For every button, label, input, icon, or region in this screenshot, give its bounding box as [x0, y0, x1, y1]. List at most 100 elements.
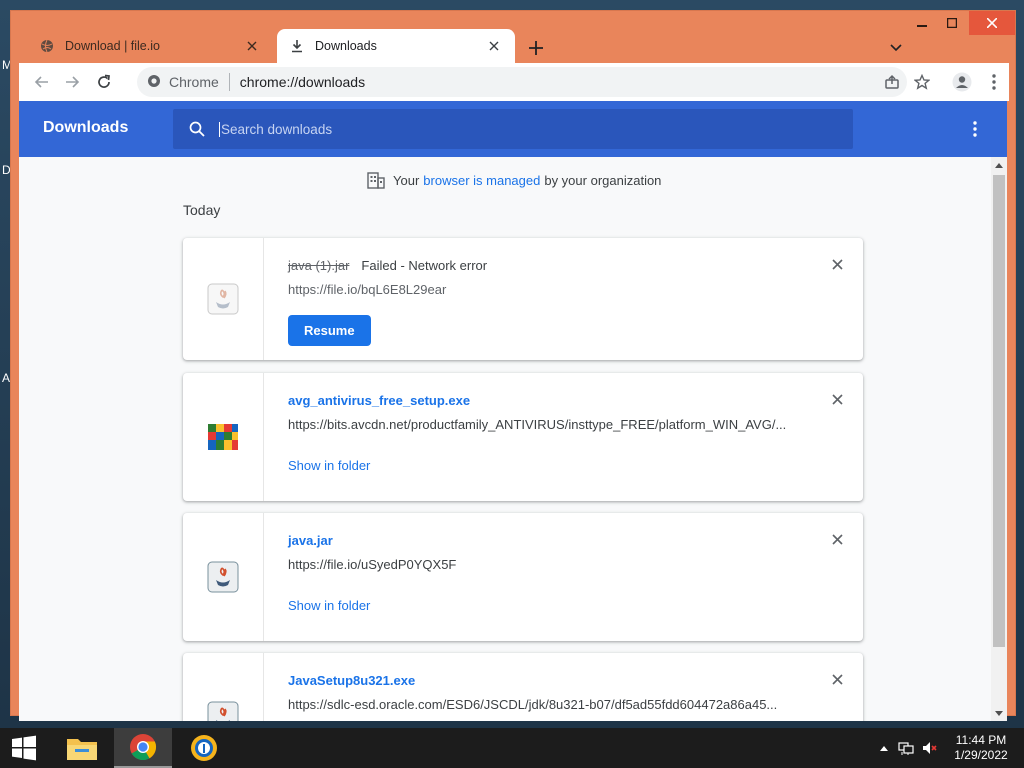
taskbar-app[interactable] [178, 728, 230, 768]
file-icon-cell [183, 653, 264, 721]
java-file-icon [207, 283, 239, 315]
remove-item-button[interactable] [829, 256, 845, 272]
scroll-thumb[interactable] [993, 175, 1005, 647]
chevron-down-icon [995, 710, 1003, 716]
download-item: avg_antivirus_free_setup.exe https://bit… [183, 373, 863, 501]
network-icon[interactable] [898, 740, 914, 756]
new-tab-button[interactable] [523, 35, 549, 61]
download-icon [289, 38, 305, 54]
back-button[interactable] [29, 69, 55, 95]
omnibox-url: chrome://downloads [239, 74, 366, 90]
avatar-icon [952, 72, 972, 92]
download-item: java (1).jar Failed - Network error http… [183, 238, 863, 360]
file-name[interactable]: java.jar [288, 533, 333, 548]
file-icon-cell [183, 373, 264, 501]
start-button[interactable] [0, 728, 48, 768]
key-app-icon [191, 735, 217, 761]
chrome-icon [130, 734, 157, 761]
tab-close-button[interactable] [485, 37, 503, 55]
chevron-up-icon [880, 745, 888, 751]
share-icon [885, 74, 899, 89]
download-item: java.jar https://file.io/uSyedP0YQX5F Sh… [183, 513, 863, 641]
tab-file-io[interactable]: Download | file.io [27, 29, 273, 63]
remove-item-button[interactable] [829, 391, 845, 407]
remove-item-button[interactable] [829, 531, 845, 547]
search-icon [187, 119, 207, 139]
scroll-up-button[interactable] [991, 157, 1007, 173]
search-input[interactable] [219, 121, 819, 137]
reload-icon [98, 74, 110, 88]
show-in-folder-link[interactable]: Show in folder [288, 458, 370, 473]
forward-button[interactable] [59, 69, 85, 95]
scroll-down-button[interactable] [991, 705, 1007, 721]
star-icon [914, 74, 930, 90]
managed-notice: Your browser is managed by your organiza… [367, 171, 661, 189]
tab-title: Downloads [315, 39, 377, 53]
remove-item-button[interactable] [829, 671, 845, 687]
omnibox-scheme-label: Chrome [169, 74, 219, 90]
reload-button[interactable] [91, 69, 117, 95]
chevron-down-icon [890, 44, 902, 52]
show-in-folder-link[interactable]: Show in folder [288, 598, 370, 613]
taskbar-chrome[interactable] [114, 728, 172, 768]
downloads-content: Your browser is managed by your organiza… [19, 157, 991, 721]
scrollbar[interactable] [991, 157, 1007, 721]
page-title: Downloads [43, 119, 129, 136]
download-status: Failed - Network error [361, 257, 488, 273]
managed-prefix: Your [393, 172, 420, 188]
toolbar: Chrome chrome://downloads [19, 63, 1009, 101]
close-icon [831, 673, 843, 685]
desktop-icon-label: A [2, 371, 11, 385]
windows-logo-icon [12, 735, 36, 761]
managed-link[interactable]: browser is managed [423, 173, 540, 188]
profile-button[interactable] [949, 69, 975, 95]
file-url: https://sdlc-esd.oracle.com/ESD6/JSCDL/j… [288, 697, 778, 712]
plus-icon [529, 41, 543, 55]
arrow-left-icon [34, 76, 48, 88]
file-icon-cell [183, 238, 264, 360]
file-icon-cell [183, 513, 264, 641]
downloads-menu-button[interactable] [963, 117, 987, 141]
search-box[interactable] [173, 109, 853, 149]
tray-overflow-button[interactable] [876, 740, 892, 756]
managed-suffix: by your organization [544, 172, 662, 188]
building-icon [367, 171, 385, 189]
close-icon [831, 258, 843, 270]
bookmark-button[interactable] [909, 69, 935, 95]
browser-window: Download | file.io Downloads Chrome chro… [10, 10, 1016, 721]
globe-icon [39, 38, 55, 54]
tab-strip: Download | file.io Downloads [19, 21, 1007, 63]
java-file-icon [207, 561, 239, 593]
close-icon [489, 41, 499, 51]
file-name[interactable]: avg_antivirus_free_setup.exe [288, 393, 470, 408]
section-header: Today [183, 202, 221, 218]
taskbar-file-explorer[interactable] [56, 728, 108, 768]
more-vert-icon [973, 121, 977, 137]
tab-close-button[interactable] [243, 37, 261, 55]
file-url: https://bits.avcdn.net/productfamily_ANT… [288, 417, 787, 432]
tab-downloads[interactable]: Downloads [277, 29, 515, 63]
tab-title: Download | file.io [65, 39, 160, 53]
address-bar[interactable]: Chrome chrome://downloads [137, 67, 907, 97]
resume-button[interactable]: Resume [288, 315, 371, 346]
chevron-up-icon [995, 162, 1003, 168]
taskbar: 11:44 PM 1/29/2022 [0, 728, 1024, 768]
volume-muted-icon[interactable] [922, 740, 938, 756]
folder-icon [67, 739, 97, 760]
close-icon [831, 393, 843, 405]
close-icon [831, 533, 843, 545]
more-vert-icon [992, 74, 996, 90]
file-name[interactable]: JavaSetup8u321.exe [288, 673, 415, 688]
file-url: https://file.io/uSyedP0YQX5F [288, 557, 457, 572]
share-button[interactable] [879, 69, 905, 95]
arrow-right-icon [66, 76, 80, 88]
avg-logo-icon [208, 424, 238, 450]
tab-search-button[interactable] [883, 35, 909, 61]
java-file-icon [207, 701, 239, 721]
omnibox-separator [228, 73, 230, 91]
browser-menu-button[interactable] [981, 69, 1007, 95]
clock-date: 1/29/2022 [954, 748, 1008, 762]
system-clock[interactable]: 11:44 PM 1/29/2022 [944, 733, 1018, 763]
downloads-header: Downloads [19, 101, 1007, 157]
file-name[interactable]: java (1).jar [288, 258, 349, 273]
